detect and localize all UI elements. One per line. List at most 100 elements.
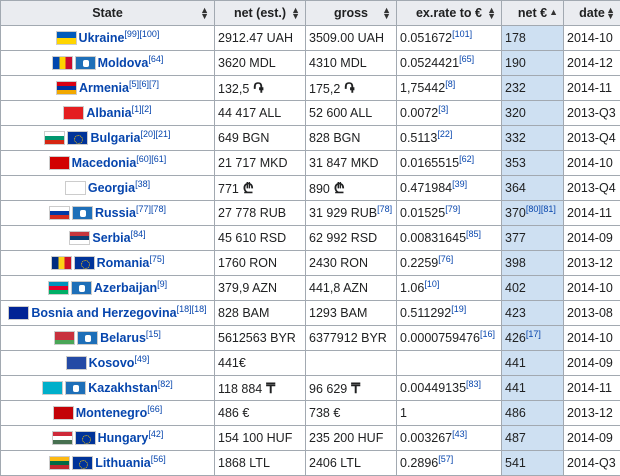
sort-icon[interactable]: ▲ ▼ [487,7,496,19]
net-est-cell: 441€ [215,351,306,376]
net-eur-reference[interactable]: [80][81] [526,204,556,214]
state-reference[interactable]: [82] [158,378,173,388]
gross-value: 31 847 MKD [309,156,378,170]
net-eur-value: 377 [505,231,526,245]
state-reference[interactable]: [49] [134,353,149,363]
net-eur-value: 441 [505,381,526,395]
net-eur-cell: 541 [502,451,564,476]
state-cell: Hungary[42] [1,426,215,451]
net-est-value: 649 BGN [218,131,269,145]
state-link[interactable]: Ukraine [79,31,125,45]
state-cell: Azerbaijan[9] [1,276,215,301]
column-header-label: gross [334,6,368,20]
state-link[interactable]: Russia [95,206,136,220]
net-eur-reference[interactable]: [17] [526,329,541,339]
exchange-rate-cell: 0.5113[22] [397,126,502,151]
state-link[interactable]: Moldova [98,56,149,70]
country-flag-icon [8,306,29,320]
column-header-0[interactable]: State▲ ▼ [1,1,215,26]
table-row: Azerbaijan[9]379,9 AZN441,8 AZN1.06[10]4… [1,276,620,301]
date-cell: 2013-Q4 [564,126,620,151]
state-reference[interactable]: [9] [157,278,167,288]
date-cell: 2013-Q3 [564,101,620,126]
exchange-rate-reference[interactable]: [65] [459,54,474,64]
column-header-label: net € [518,6,547,20]
state-reference[interactable]: [20][21] [140,128,170,138]
column-header-3[interactable]: ex.rate to €▲ ▼ [397,1,502,26]
exchange-rate-reference[interactable]: [62] [459,154,474,164]
exchange-rate-reference[interactable]: [101] [452,29,472,39]
sort-ascending-icon[interactable]: ▲ [549,9,558,15]
sort-icon[interactable]: ▲ ▼ [200,7,209,19]
exchange-rate-reference[interactable]: [3] [438,104,448,114]
state-link[interactable]: Georgia [88,181,135,195]
state-reference[interactable]: [75] [149,253,164,263]
state-reference[interactable]: [77][78] [136,203,166,213]
state-link[interactable]: Bulgaria [90,131,140,145]
sort-icon[interactable]: ▲ ▼ [382,7,391,19]
exchange-rate-reference[interactable]: [57] [438,454,453,464]
sort-icon[interactable]: ▲ ▼ [291,7,300,19]
exchange-rate-reference[interactable]: [85] [466,229,481,239]
state-reference[interactable]: [60][61] [136,153,166,163]
sort-icon[interactable]: ▲ ▼ [606,7,615,19]
gross-reference[interactable]: [78] [377,204,392,214]
state-link[interactable]: Serbia [92,231,130,245]
state-cell: Serbia[84] [1,226,215,251]
state-link[interactable]: Azerbaijan [94,281,157,295]
state-reference[interactable]: [56] [151,453,166,463]
state-reference[interactable]: [66] [147,403,162,413]
state-reference[interactable]: [1][2] [132,103,152,113]
net-est-value: 27 778 RUB [218,206,286,220]
exchange-rate-value: 0.051672 [400,31,452,45]
exchange-rate-cell [397,351,502,376]
exchange-rate-reference[interactable]: [76] [438,254,453,264]
exchange-rate-reference[interactable]: [10] [424,279,439,289]
state-reference[interactable]: [64] [148,53,163,63]
exchange-rate-reference[interactable]: [16] [480,329,495,339]
state-link[interactable]: Montenegro [76,406,148,420]
column-header-1[interactable]: net (est.)▲ ▼ [215,1,306,26]
state-reference[interactable]: [5][6][7] [129,78,159,88]
state-link[interactable]: Kazakhstan [88,381,157,395]
net-eur-value: 332 [505,131,526,145]
gross-cell: 2406 LTL [306,451,397,476]
column-header-2[interactable]: gross ▲ ▼ [306,1,397,26]
state-reference[interactable]: [84] [131,228,146,238]
state-reference[interactable]: [99][100] [124,28,159,38]
state-reference[interactable]: [15] [146,328,161,338]
state-link[interactable]: Armenia [79,81,129,95]
gross-cell: 2430 RON [306,251,397,276]
net-est-value: 154 100 HUF [218,431,292,445]
state-link[interactable]: Bosnia and Herzegovina [31,306,176,320]
date-cell: 2014-12 [564,51,620,76]
gross-value: 6377912 BYR [309,331,387,345]
exchange-rate-reference[interactable]: [39] [452,179,467,189]
exchange-rate-value: 0.471984 [400,181,452,195]
state-link[interactable]: Macedonia [72,156,137,170]
state-reference[interactable]: [42] [148,428,163,438]
country-flag-icon [52,56,73,70]
state-cell: Macedonia[60][61] [1,151,215,176]
state-link[interactable]: Albania [86,106,131,120]
exchange-rate-reference[interactable]: [19] [451,304,466,314]
state-link[interactable]: Belarus [100,331,146,345]
state-reference[interactable]: [18][18] [177,303,207,313]
country-flag-icon [63,106,84,120]
net-est-cell: 649 BGN [215,126,306,151]
exchange-rate-reference[interactable]: [22] [437,129,452,139]
state-link[interactable]: Romania [97,256,150,270]
column-header-4[interactable]: net €▲ [502,1,564,26]
exchange-rate-reference[interactable]: [83] [466,379,481,389]
net-eur-cell: 370[80][81] [502,201,564,226]
state-link[interactable]: Lithuania [95,456,151,470]
column-header-5[interactable]: date▲ ▼ [564,1,620,26]
state-reference[interactable]: [38] [135,178,150,188]
exchange-rate-reference[interactable]: [8] [445,79,455,89]
exchange-rate-reference[interactable]: [43] [452,429,467,439]
state-link[interactable]: Kosovo [89,356,135,370]
net-eur-value: 426 [505,331,526,345]
exchange-rate-reference[interactable]: [79] [445,204,460,214]
state-link[interactable]: Hungary [98,431,149,445]
eu-flag-icon [75,431,96,445]
